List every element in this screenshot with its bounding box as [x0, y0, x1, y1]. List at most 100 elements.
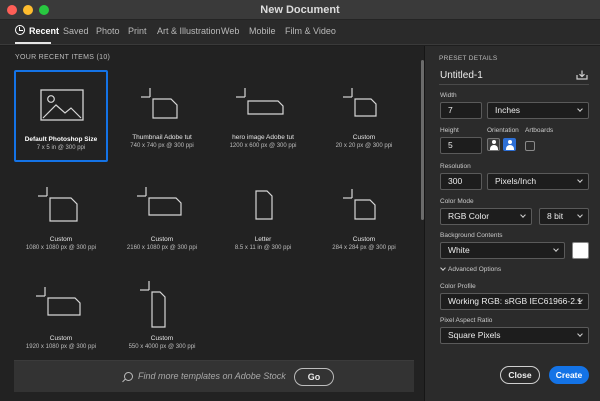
- recent-item-name: Custom: [150, 335, 174, 342]
- background-contents-select[interactable]: White: [440, 242, 565, 259]
- preset-details-heading: PRESET DETAILS: [439, 55, 498, 62]
- background-color-swatch[interactable]: [572, 242, 589, 259]
- color-profile-label: Color Profile: [440, 283, 476, 290]
- chevron-down-icon: [520, 212, 526, 218]
- recent-item-name: Custom: [352, 236, 376, 243]
- chevron-down-icon: [577, 331, 583, 337]
- chevron-down-icon: [577, 177, 583, 183]
- tab-photo[interactable]: Photo: [96, 26, 120, 36]
- blank-document-icon: [137, 187, 182, 216]
- recent-item[interactable]: Custom 20 x 20 px @ 300 ppi: [317, 70, 411, 162]
- stock-search-input[interactable]: Find more templates on Adobe Stock: [138, 371, 286, 381]
- recent-item[interactable]: Custom 550 x 4000 px @ 300 ppi: [115, 275, 209, 367]
- recent-item-name: Custom: [49, 236, 73, 243]
- recent-item-name: Default Photoshop Size: [24, 136, 98, 143]
- window-title: New Document: [260, 4, 340, 16]
- portrait-orientation-button[interactable]: [487, 138, 500, 151]
- recent-item[interactable]: hero image Adobe tut 1200 x 600 px @ 300…: [216, 70, 310, 162]
- recent-item-name: Letter: [254, 236, 272, 243]
- recent-items-count: (10): [96, 54, 111, 61]
- tab-saved[interactable]: Saved: [63, 26, 89, 36]
- recent-item-size: 8.5 x 11 in @ 300 ppi: [234, 245, 292, 251]
- search-icon: [124, 372, 133, 381]
- go-button[interactable]: Go: [294, 368, 334, 386]
- chevron-down-icon: [577, 106, 583, 112]
- recent-item-size: 2160 x 1080 px @ 300 ppi: [126, 245, 198, 251]
- blank-document-icon: [36, 287, 81, 316]
- pixel-aspect-ratio-select[interactable]: Square Pixels: [440, 327, 589, 344]
- tab-mobile[interactable]: Mobile: [249, 26, 276, 36]
- document-name-field[interactable]: Untitled-1: [440, 70, 483, 81]
- tab-web[interactable]: Web: [221, 26, 239, 36]
- recent-item-size: 1200 x 600 px @ 300 ppi: [229, 143, 297, 149]
- tab-art-illustration[interactable]: Art & Illustration: [157, 26, 221, 36]
- recent-items-title: YOUR RECENT ITEMS: [15, 54, 95, 61]
- divider: [439, 84, 589, 85]
- tab-print[interactable]: Print: [128, 26, 147, 36]
- background-contents-value: White: [448, 245, 470, 255]
- active-tab-indicator: [15, 42, 51, 44]
- artboards-checkbox[interactable]: [525, 141, 535, 151]
- recent-item[interactable]: Letter 8.5 x 11 in @ 300 ppi: [216, 175, 310, 267]
- advanced-options-toggle[interactable]: Advanced Options: [448, 266, 501, 273]
- recent-item[interactable]: Custom 1920 x 1080 px @ 300 ppi: [14, 275, 108, 367]
- background-contents-label: Background Contents: [440, 232, 503, 239]
- create-button[interactable]: Create: [549, 366, 589, 384]
- pixel-aspect-ratio-value: Square Pixels: [448, 330, 501, 340]
- person-icon: [492, 140, 496, 144]
- blank-document-icon: [38, 187, 78, 222]
- recent-item-name: hero image Adobe tut: [232, 134, 294, 141]
- resolution-unit-select[interactable]: Pixels/Inch: [487, 173, 589, 190]
- landscape-orientation-button[interactable]: [503, 138, 516, 151]
- blank-document-icon: [255, 190, 273, 220]
- recent-item[interactable]: Custom 284 x 284 px @ 300 ppi: [317, 175, 411, 267]
- recent-item-size: 740 x 740 px @ 300 ppi: [130, 143, 194, 149]
- recent-item-size: 7 x 5 in @ 300 ppi: [36, 145, 86, 151]
- recent-item-size: 1920 x 1080 px @ 300 ppi: [25, 344, 97, 350]
- bit-depth-value: 8 bit: [547, 211, 564, 221]
- category-tabs: Recent Saved Photo Print Art & Illustrat…: [0, 20, 600, 45]
- recent-item-size: 1080 x 1080 px @ 300 ppi: [25, 245, 97, 251]
- width-input[interactable]: 7: [440, 102, 482, 119]
- tab-film-video[interactable]: Film & Video: [285, 26, 336, 36]
- title-bar: New Document: [0, 0, 600, 20]
- recent-item[interactable]: Default Photoshop Size 7 x 5 in @ 300 pp…: [14, 70, 108, 162]
- chevron-down-icon: [553, 246, 559, 252]
- recent-item[interactable]: Thumbnail Adobe tut 740 x 740 px @ 300 p…: [115, 70, 209, 162]
- recent-item-name: Custom: [150, 236, 174, 243]
- close-button[interactable]: Close: [500, 366, 540, 384]
- blank-document-icon: [140, 281, 166, 328]
- width-unit-value: Inches: [495, 105, 521, 115]
- height-label: Height: [440, 127, 459, 134]
- resolution-input[interactable]: 300: [440, 173, 482, 190]
- tab-recent[interactable]: Recent: [29, 26, 59, 36]
- recent-item[interactable]: Custom 1080 x 1080 px @ 300 ppi: [14, 175, 108, 267]
- pixel-aspect-ratio-label: Pixel Aspect Ratio: [440, 317, 493, 324]
- recent-item-size: 20 x 20 px @ 300 ppi: [335, 143, 393, 149]
- chevron-down-icon: [577, 212, 583, 218]
- artboards-label: Artboards: [525, 127, 554, 134]
- color-mode-select[interactable]: RGB Color: [440, 208, 532, 225]
- person-icon: [508, 140, 512, 144]
- color-profile-value: Working RGB: sRGB IEC61966-2.1: [448, 296, 583, 306]
- bit-depth-select[interactable]: 8 bit: [539, 208, 589, 225]
- color-mode-label: Color Mode: [440, 198, 474, 205]
- color-profile-select[interactable]: Working RGB: sRGB IEC61966-2.1: [440, 293, 589, 310]
- clock-icon: [15, 25, 25, 35]
- blank-document-icon: [343, 189, 376, 220]
- color-mode-value: RGB Color: [448, 211, 490, 221]
- recent-item-size: 284 x 284 px @ 300 ppi: [332, 245, 396, 251]
- recent-items-heading: YOUR RECENT ITEMS (10): [15, 54, 110, 61]
- recent-item-name: Custom: [49, 335, 73, 342]
- recent-item[interactable]: Custom 2160 x 1080 px @ 300 ppi: [115, 175, 209, 267]
- recent-item-name: Custom: [352, 134, 376, 141]
- resolution-label: Resolution: [440, 163, 471, 170]
- resolution-unit-value: Pixels/Inch: [495, 176, 537, 186]
- recent-item-size: 550 x 4000 px @ 300 ppi: [128, 344, 196, 350]
- width-label: Width: [440, 92, 457, 99]
- orientation-label: Orientation: [487, 127, 519, 134]
- width-unit-select[interactable]: Inches: [487, 102, 589, 119]
- stock-search-bar: Find more templates on Adobe Stock Go: [14, 360, 414, 392]
- save-preset-icon[interactable]: [576, 70, 588, 80]
- height-input[interactable]: 5: [440, 137, 482, 154]
